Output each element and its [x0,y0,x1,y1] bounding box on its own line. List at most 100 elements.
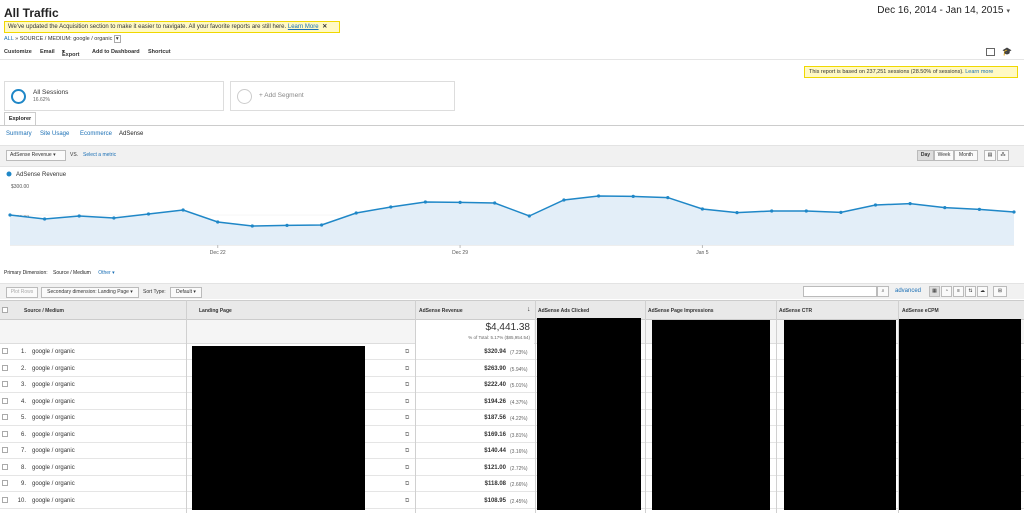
term-cloud-icon[interactable]: ☁ [977,286,988,297]
data-point[interactable] [389,205,393,209]
shortcut-button[interactable]: Shortcut [148,49,171,55]
breadcrumb-dropdown-icon[interactable]: ▾ [113,35,121,43]
add-to-dashboard-button[interactable]: Add to Dashboard [92,49,140,55]
row-checkbox[interactable] [2,364,8,371]
subtab-ecommerce[interactable]: Ecommerce [80,131,112,137]
advanced-filter-link[interactable]: advanced [895,288,921,294]
data-point[interactable] [423,200,427,204]
data-point[interactable] [1012,210,1016,214]
row-source-medium[interactable]: google / organic [32,465,75,471]
row-checkbox[interactable] [2,463,8,470]
select-metric-link[interactable]: Select a metric [83,152,116,158]
day-button[interactable]: Day [917,150,934,161]
col-page-impressions[interactable]: AdSense Page Impressions [648,308,714,314]
data-point[interactable] [597,194,601,198]
subtab-adsense[interactable]: AdSense [119,131,143,137]
motion-chart-icon[interactable]: ⁂ [997,150,1009,161]
sampling-learn-more-link[interactable]: Learn more [965,69,993,75]
col-landing-page[interactable]: Landing Page [199,308,232,314]
data-point[interactable] [285,223,289,227]
data-point[interactable] [77,214,81,218]
data-point[interactable] [770,209,774,213]
export-button[interactable]: Export ▾ [62,49,79,58]
data-point[interactable] [8,213,12,217]
external-link-icon[interactable]: ⧉ [405,448,409,455]
subtab-site-usage[interactable]: Site Usage [40,131,69,137]
external-link-icon[interactable]: ⧉ [405,498,409,505]
data-point[interactable] [320,223,324,227]
add-segment-button[interactable]: + Add Segment [230,81,455,111]
row-checkbox[interactable] [2,381,8,387]
data-point[interactable] [354,211,358,215]
data-point[interactable] [216,220,220,224]
pie-view-icon[interactable]: ◔ [941,286,952,297]
education-icon[interactable]: 🎓 [1002,47,1012,56]
plot-rows-button[interactable]: Plot Rows [6,287,38,298]
row-checkbox[interactable] [2,447,8,453]
external-link-icon[interactable]: ⧉ [405,481,409,488]
line-chart-icon[interactable]: ▤ [984,150,996,161]
data-point[interactable] [908,202,912,206]
select-all-checkbox[interactable] [2,307,8,313]
date-range-picker[interactable]: Dec 16, 2014 - Jan 14, 2015 ▾ [877,5,1010,16]
other-dimension-link[interactable]: Other ▾ [98,270,114,276]
data-point[interactable] [527,214,531,218]
data-point[interactable] [943,206,947,210]
data-point[interactable] [562,198,566,202]
data-point[interactable] [804,209,808,213]
month-button[interactable]: Month [954,150,978,161]
row-source-medium[interactable]: google / organic [32,349,75,355]
subtab-summary[interactable]: Summary [6,131,32,137]
row-checkbox[interactable] [2,496,8,503]
row-checkbox[interactable] [2,348,8,354]
metric-select[interactable]: AdSense Revenue ▾ [6,150,66,161]
sort-type-select[interactable]: Default ▾ [170,287,202,298]
row-checkbox[interactable] [2,480,8,486]
row-source-medium[interactable]: google / organic [32,481,75,487]
row-source-medium[interactable]: google / organic [32,382,75,388]
data-point[interactable] [112,216,116,220]
tab-explorer[interactable]: Explorer [4,112,36,125]
row-source-medium[interactable]: google / organic [32,432,75,438]
data-point[interactable] [977,207,982,211]
external-link-icon[interactable]: ⧉ [405,465,409,472]
row-source-medium[interactable]: google / organic [32,366,75,372]
customize-button[interactable]: Customize [4,49,32,55]
col-ecpm[interactable]: AdSense eCPM [902,308,939,314]
segment-all-sessions[interactable]: All Sessions 16.62% [4,81,224,111]
secondary-dimension-select[interactable]: Secondary dimension: Landing Page ▾ [41,287,139,298]
col-ctr[interactable]: AdSense CTR [779,308,812,314]
performance-view-icon[interactable]: ≡ [953,286,964,297]
row-checkbox[interactable] [2,397,8,404]
col-ads-clicked[interactable]: AdSense Ads Clicked [538,308,589,314]
external-link-icon[interactable]: ⧉ [405,382,409,389]
data-point[interactable] [43,217,47,221]
row-source-medium[interactable]: google / organic [32,415,75,421]
data-point[interactable] [250,224,254,228]
data-point[interactable] [700,207,705,211]
row-source-medium[interactable]: google / organic [32,498,75,504]
comparison-view-icon[interactable]: ⇅ [965,286,976,297]
week-button[interactable]: Week [934,150,954,161]
col-source-medium[interactable]: Source / Medium [24,308,64,314]
data-point[interactable] [458,200,462,204]
pivot-view-icon[interactable]: ⊞ [993,286,1007,297]
data-point[interactable] [181,208,185,212]
row-source-medium[interactable]: google / organic [32,448,75,454]
external-link-icon[interactable]: ⧉ [405,399,409,406]
data-point[interactable] [631,194,635,198]
data-point[interactable] [666,196,670,200]
external-link-icon[interactable]: ⧉ [405,415,409,422]
external-link-icon[interactable]: ⧉ [405,366,409,373]
row-source-medium[interactable]: google / organic [32,399,75,405]
data-point[interactable] [493,201,497,205]
notice-learn-more-link[interactable]: Learn More [288,24,319,30]
table-view-icon[interactable]: ▦ [929,286,940,297]
row-checkbox[interactable] [2,430,8,437]
data-point[interactable] [873,203,878,207]
external-link-icon[interactable]: ⧉ [405,432,409,439]
table-search-input[interactable] [803,286,877,297]
row-checkbox[interactable] [2,414,8,420]
col-adsense-revenue[interactable]: AdSense Revenue [419,308,463,314]
data-point[interactable] [735,211,739,215]
